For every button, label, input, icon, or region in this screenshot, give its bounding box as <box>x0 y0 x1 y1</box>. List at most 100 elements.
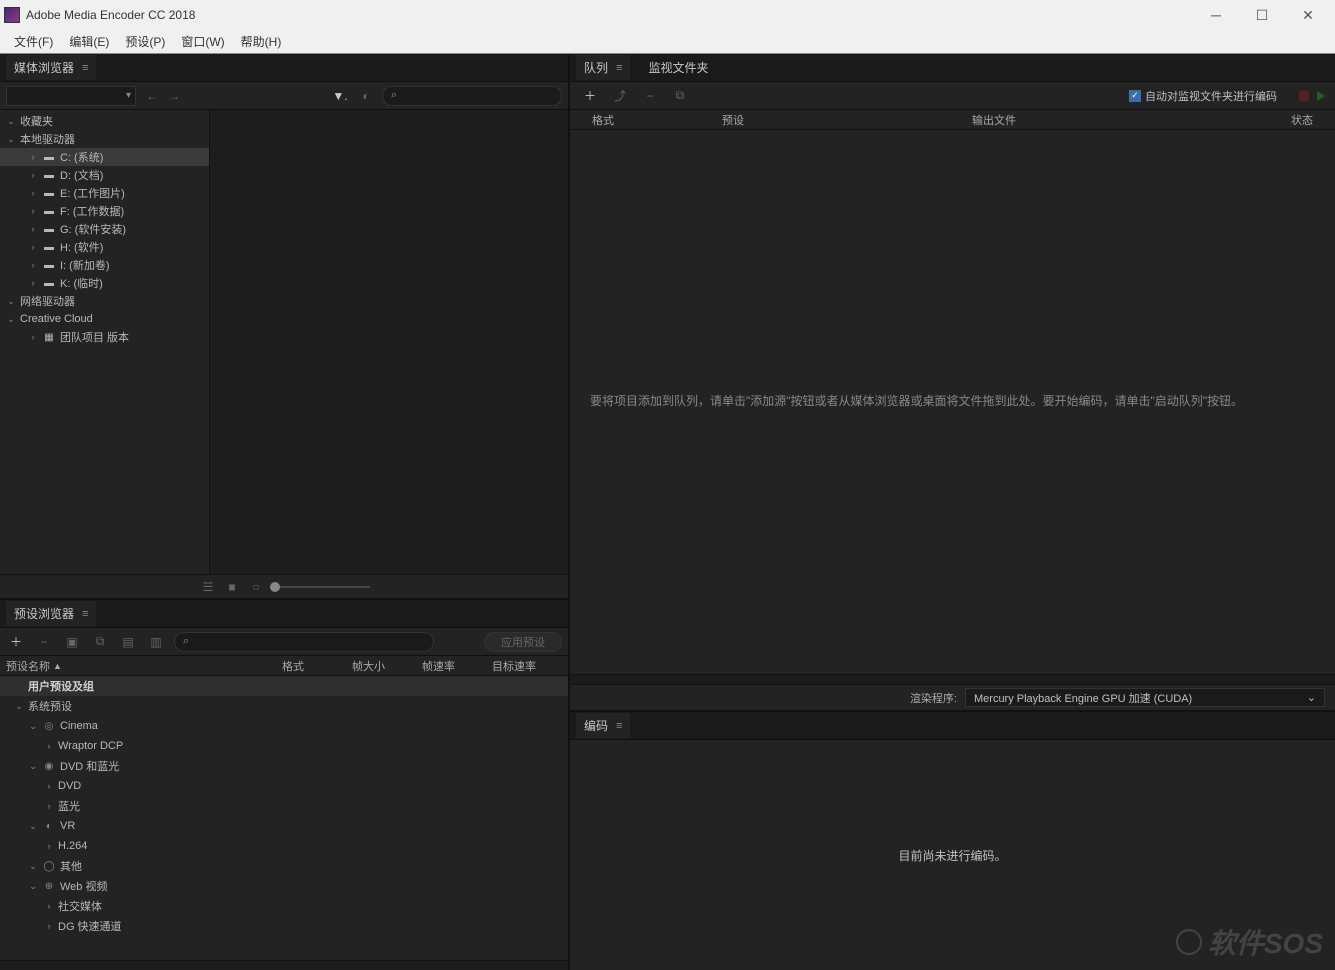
duplicate-icon[interactable]: ⧉ <box>670 86 690 106</box>
nav-forward-icon[interactable]: → <box>164 86 184 106</box>
preset-settings-icon[interactable]: ⧉ <box>90 632 110 652</box>
chevron-down-icon: ⌄ <box>1307 691 1316 704</box>
tab-preset-browser-label: 预设浏览器 <box>14 605 74 622</box>
panel-menu-icon[interactable]: ≡ <box>82 62 88 74</box>
ingest-icon[interactable]: ◐ <box>356 86 376 106</box>
tab-preset-browser[interactable]: 预设浏览器 ≡ <box>6 601 96 626</box>
menu-edit[interactable]: 编辑(E) <box>61 31 117 52</box>
tree-drive-item[interactable]: ›▬C: (系统) <box>0 148 209 166</box>
preset-group[interactable]: ⌄◉DVD 和蓝光 <box>0 756 568 776</box>
minimize-button[interactable]: ─ <box>1193 0 1239 30</box>
export-preset-icon[interactable]: ▥ <box>146 632 166 652</box>
preset-scrollbar[interactable] <box>0 960 568 970</box>
preset-item[interactable]: ›蓝光 <box>0 796 568 816</box>
tree-team-project[interactable]: ›▦团队项目 版本 <box>0 328 209 346</box>
thumbnail-view-icon[interactable]: ■ <box>222 577 242 597</box>
renderer-select[interactable]: Mercury Playback Engine GPU 加速 (CUDA) ⌄ <box>965 688 1325 707</box>
preset-system-header[interactable]: ⌄系统预设 <box>0 696 568 716</box>
drive-icon: ▬ <box>42 260 56 271</box>
new-group-icon[interactable]: ▣ <box>62 632 82 652</box>
close-button[interactable]: ✕ <box>1285 0 1331 30</box>
remove-preset-icon[interactable]: − <box>34 632 54 652</box>
start-queue-icon[interactable] <box>1317 91 1325 101</box>
col-output[interactable]: 输出文件 <box>972 112 1273 128</box>
preset-group[interactable]: ⌄◎Cinema <box>0 716 568 736</box>
drive-label: K: (临时) <box>60 275 103 291</box>
tree-drive-item[interactable]: ›▬G: (软件安装) <box>0 220 209 238</box>
tree-creative-cloud[interactable]: ⌄Creative Cloud <box>0 310 209 328</box>
media-preview-area <box>210 110 568 574</box>
maximize-button[interactable]: ☐ <box>1239 0 1285 30</box>
group-icon: ◐ <box>42 821 56 832</box>
nav-back-icon[interactable]: ← <box>142 86 162 106</box>
drive-icon: ▬ <box>42 224 56 235</box>
queue-scrollbar[interactable] <box>570 674 1335 684</box>
tree-drive-item[interactable]: ›▬E: (工作图片) <box>0 184 209 202</box>
encode-empty-text: 目前尚未进行编码。 <box>898 847 1006 864</box>
tree-drive-item[interactable]: ›▬H: (软件) <box>0 238 209 256</box>
tab-queue[interactable]: 队列 ≡ <box>576 55 630 80</box>
col-status[interactable]: 状态 <box>1273 112 1313 128</box>
col-target[interactable]: 目标速率 <box>492 658 562 674</box>
tree-favorites[interactable]: ⌄收藏夹 <box>0 112 209 130</box>
zoom-slider-handle-icon[interactable]: ○ <box>246 577 266 597</box>
auto-encode-checkbox[interactable]: ✓ 自动对监视文件夹进行编码 <box>1129 88 1277 104</box>
remove-icon[interactable]: − <box>640 86 660 106</box>
col-frame-rate[interactable]: 帧速率 <box>422 658 492 674</box>
preset-browser-body: ＋ − ▣ ⧉ ▤ ▥ ⌕ 应用预设 预设名称▲ 格式 帧大小 帧速率 目标速率 <box>0 628 568 970</box>
menu-file[interactable]: 文件(F) <box>6 31 61 52</box>
drive-label: G: (软件安装) <box>60 221 126 237</box>
preset-group[interactable]: ⌄◐VR <box>0 816 568 836</box>
panel-menu-icon[interactable]: ≡ <box>616 62 622 74</box>
path-dropdown[interactable]: ▾ <box>6 86 136 106</box>
tree-drive-item[interactable]: ›▬D: (文档) <box>0 166 209 184</box>
col-format[interactable]: 格式 <box>592 112 722 128</box>
add-output-icon[interactable]: ⤴ <box>610 86 630 106</box>
preset-group[interactable]: ⌄⊕Web 视频 <box>0 876 568 896</box>
preset-item[interactable]: ›社交媒体 <box>0 896 568 916</box>
preset-item[interactable]: ›DG 快速通道 <box>0 916 568 936</box>
menu-help[interactable]: 帮助(H) <box>233 31 290 52</box>
menu-preset[interactable]: 预设(P) <box>117 31 173 52</box>
list-view-icon[interactable]: ☰ <box>198 577 218 597</box>
right-pane: 队列 ≡ 监视文件夹 ＋ ⤴ − ⧉ ✓ 自动对监视文件夹进行编码 <box>570 54 1335 970</box>
queue-drop-area[interactable]: 要将项目添加到队列，请单击"添加源"按钮或者从媒体浏览器或桌面将文件拖到此处。要… <box>570 130 1335 674</box>
tab-encode[interactable]: 编码 ≡ <box>576 713 630 738</box>
queue-body: ＋ ⤴ − ⧉ ✓ 自动对监视文件夹进行编码 格式 预 <box>570 82 1335 710</box>
preset-group[interactable]: ⌄◯其他 <box>0 856 568 876</box>
media-browser-tabbar: 媒体浏览器 ≡ <box>0 54 568 82</box>
renderer-row: 渲染程序: Mercury Playback Engine GPU 加速 (CU… <box>570 684 1335 710</box>
preset-user-header[interactable]: 用户预设及组 <box>0 676 568 696</box>
preset-item[interactable]: ›H.264 <box>0 836 568 856</box>
tree-local-drives[interactable]: ⌄本地驱动器 <box>0 130 209 148</box>
filter-icon[interactable]: ▼. <box>330 86 350 106</box>
zoom-slider[interactable] <box>270 586 370 588</box>
tree-drive-item[interactable]: ›▬I: (新加卷) <box>0 256 209 274</box>
menu-window[interactable]: 窗口(W) <box>173 31 232 52</box>
panel-menu-icon[interactable]: ≡ <box>616 720 622 732</box>
tree-drive-item[interactable]: ›▬K: (临时) <box>0 274 209 292</box>
preset-item[interactable]: ›Wraptor DCP <box>0 736 568 756</box>
add-preset-icon[interactable]: ＋ <box>6 632 26 652</box>
titlebar: Adobe Media Encoder CC 2018 ─ ☐ ✕ <box>0 0 1335 30</box>
preset-columns-header: 预设名称▲ 格式 帧大小 帧速率 目标速率 <box>0 656 568 676</box>
preset-search-input[interactable]: ⌕ <box>174 632 434 652</box>
col-preset-name[interactable]: 预设名称 <box>6 658 50 674</box>
panel-menu-icon[interactable]: ≡ <box>82 608 88 620</box>
drive-label: E: (工作图片) <box>60 185 125 201</box>
tab-media-browser[interactable]: 媒体浏览器 ≡ <box>6 55 96 80</box>
col-format[interactable]: 格式 <box>282 658 352 674</box>
col-frame-size[interactable]: 帧大小 <box>352 658 422 674</box>
tree-drive-item[interactable]: ›▬F: (工作数据) <box>0 202 209 220</box>
group-icon: ◯ <box>42 861 56 872</box>
add-source-icon[interactable]: ＋ <box>580 86 600 106</box>
preset-item[interactable]: ›DVD <box>0 776 568 796</box>
col-preset[interactable]: 预设 <box>722 112 972 128</box>
drive-label: I: (新加卷) <box>60 257 110 273</box>
import-preset-icon[interactable]: ▤ <box>118 632 138 652</box>
media-search-input[interactable]: ⌕ <box>382 86 562 106</box>
apply-preset-button[interactable]: 应用预设 <box>484 632 562 652</box>
tree-network-drives[interactable]: ⌄网络驱动器 <box>0 292 209 310</box>
stop-queue-icon[interactable] <box>1299 91 1309 101</box>
tab-watch-folders[interactable]: 监视文件夹 <box>640 55 716 80</box>
